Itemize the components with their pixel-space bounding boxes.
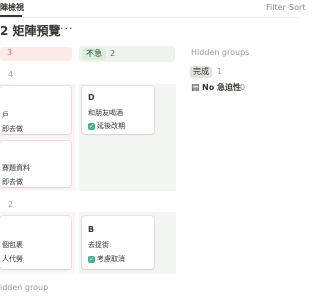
card[interactable]: 個包裹 人代勞 (0, 216, 71, 269)
column-count: 3 (7, 48, 13, 57)
column-header-not-urgent[interactable]: 不急 2 (79, 46, 175, 62)
tab-matrix-view[interactable]: 陣檢視 (0, 2, 24, 13)
hidden-group-count: 1 (217, 67, 223, 76)
group-count: 4 (8, 70, 14, 79)
checkbox-icon: ✓ (88, 122, 95, 130)
card-property: 即去做 (2, 178, 23, 186)
card[interactable]: B 去捉街 ✓ 考慮取消 (82, 216, 154, 269)
checkbox-icon: ✓ (88, 255, 95, 263)
column-tag: 不急 (82, 48, 106, 60)
group-count: 2 (8, 200, 14, 209)
hidden-group-tag: 完成 (190, 66, 212, 78)
hidden-group-label: No 急迫性 (202, 83, 241, 92)
card[interactable]: 賽題資料 即去做 (0, 141, 71, 187)
card-checkbox-label: 考慮取消 (97, 255, 125, 263)
card-title: B (88, 225, 95, 234)
card-checkbox-label: 延後改期 (97, 122, 125, 130)
card-checkbox-property: ✓ 考慮取消 (88, 254, 125, 264)
column-header-urgent[interactable]: 3 (0, 47, 72, 61)
hidden-groups-label: Hidden groups (191, 48, 250, 57)
card-text: 去捉街 (88, 241, 109, 249)
card-checkbox-property: ✓ 延後改期 (88, 121, 125, 131)
card-title: D (88, 93, 95, 102)
hidden-group-count: 0 (240, 83, 246, 92)
card-property: 人代勞 (2, 255, 23, 263)
page-title: 2 矩陣預覽 (0, 24, 61, 38)
card[interactable]: 戶 即去做 (0, 86, 71, 134)
card-property: 即去做 (2, 125, 23, 133)
filter-button[interactable]: Filter (266, 3, 286, 12)
more-options-button[interactable]: ··· (60, 22, 74, 35)
active-tab-indicator (0, 15, 22, 17)
hidden-group-toggle[interactable]: idden group (0, 283, 48, 292)
card-text: 和朋友喝酒 (88, 109, 123, 117)
view-toolbar (0, 0, 300, 18)
card-text: 戶 (2, 111, 9, 119)
sort-button[interactable]: Sort (289, 3, 305, 12)
card-text: 賽題資料 (2, 164, 30, 172)
card[interactable]: D 和朋友喝酒 ✓ 延後改期 (82, 86, 154, 134)
card-text: 個包裹 (2, 241, 23, 249)
inbox-icon: ▤ (191, 83, 200, 93)
column-count: 2 (110, 49, 116, 58)
